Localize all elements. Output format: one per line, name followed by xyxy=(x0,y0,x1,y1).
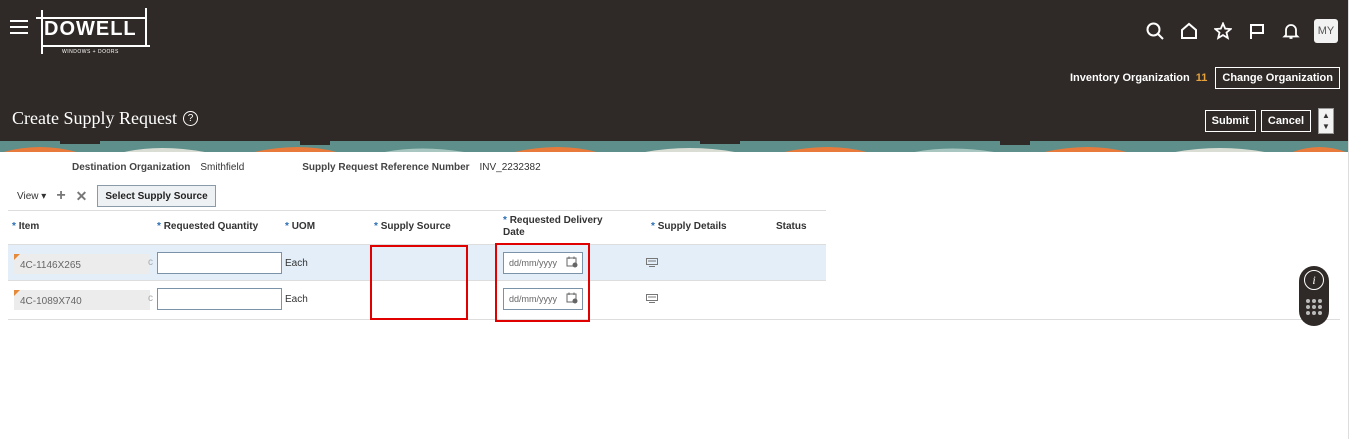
decorative-banner xyxy=(0,140,1348,152)
favorites-star-icon[interactable] xyxy=(1206,18,1240,44)
requested-quantity-input[interactable] xyxy=(157,288,282,310)
page-actions: Submit Cancel ▲ ▼ xyxy=(1204,108,1334,134)
destination-org-value: Smithfield xyxy=(200,162,245,173)
reference-number-value: INV_2232382 xyxy=(479,162,541,173)
col-uom: * UOM xyxy=(285,221,316,232)
flag-icon[interactable] xyxy=(1240,18,1274,44)
floating-assistant[interactable]: i xyxy=(1299,266,1329,326)
col-item: * Item xyxy=(12,221,40,232)
destination-org-label: Destination Organization xyxy=(72,162,191,173)
help-icon[interactable]: ? xyxy=(182,111,198,126)
change-organization-button[interactable]: Change Organization xyxy=(1215,67,1340,89)
select-supply-source-button[interactable]: Select Supply Source xyxy=(97,185,216,207)
item-field[interactable]: 4C-1146X265 xyxy=(14,254,150,274)
item-field[interactable]: 4C-1089X740 xyxy=(14,290,150,310)
cancel-button[interactable]: Cancel xyxy=(1260,110,1311,132)
col-status: Status xyxy=(776,221,807,232)
highlight-supply-source xyxy=(370,245,468,320)
window-scrollbar[interactable] xyxy=(1348,0,1355,439)
col-requested-quantity: * Requested Quantity xyxy=(157,221,259,232)
col-requested-delivery-date: * Requested Delivery Date xyxy=(503,215,603,238)
table-toolbar: View ▾ + ✕ Select Supply Source xyxy=(17,185,216,207)
hamburger-menu-icon[interactable] xyxy=(10,20,28,36)
highlight-delivery-date xyxy=(495,243,590,322)
supply-details-icon[interactable] xyxy=(646,294,658,304)
col-supply-details: * Supply Details xyxy=(651,221,727,232)
top-bar: DOWELL WINDOWS + DOORS MY Inventory Orga… xyxy=(0,0,1348,152)
col-supply-source: * Supply Source xyxy=(374,221,451,232)
page-scroll-control[interactable]: ▲ ▼ xyxy=(1318,108,1334,134)
request-info: Destination Organization Smithfield Supp… xyxy=(72,162,589,173)
search-icon[interactable] xyxy=(1138,18,1172,44)
org-value: 11 xyxy=(1195,72,1208,84)
dowell-logo[interactable]: DOWELL WINDOWS + DOORS xyxy=(34,6,152,56)
home-icon[interactable] xyxy=(1172,18,1206,44)
table-header: * Item * Requested Quantity * UOM * Supp… xyxy=(8,210,826,244)
info-icon[interactable]: i xyxy=(1304,270,1324,290)
notifications-bell-icon[interactable] xyxy=(1274,18,1308,44)
scroll-up-icon[interactable]: ▲ xyxy=(1322,111,1330,120)
uom-value: Each xyxy=(285,258,308,269)
requested-quantity-input[interactable] xyxy=(157,252,282,274)
apps-grid-icon[interactable] xyxy=(1306,299,1322,315)
table-bottom-divider xyxy=(8,319,1340,320)
submit-button[interactable]: Submit xyxy=(1204,110,1256,132)
page-title-area: Create Supply Request ? xyxy=(12,108,198,129)
org-label: Inventory Organization xyxy=(1069,72,1190,84)
view-menu[interactable]: View ▾ xyxy=(17,191,46,202)
item-lookup-icon[interactable]: c xyxy=(148,293,153,304)
logo-subtext: WINDOWS + DOORS xyxy=(62,49,119,55)
view-label: View xyxy=(17,190,39,202)
supply-details-icon[interactable] xyxy=(646,258,658,268)
logo-text: DOWELL xyxy=(44,18,137,40)
user-avatar[interactable]: MY xyxy=(1314,19,1338,43)
inventory-organization: Inventory Organization 11 Change Organiz… xyxy=(1070,67,1340,89)
delete-row-icon[interactable]: ✕ xyxy=(76,188,88,205)
reference-number-label: Supply Request Reference Number xyxy=(302,162,470,173)
add-row-icon[interactable]: + xyxy=(56,187,65,205)
scroll-down-icon[interactable]: ▼ xyxy=(1322,122,1330,131)
page-title: Create Supply Request xyxy=(12,108,177,128)
global-icons: MY xyxy=(1138,18,1338,44)
item-lookup-icon[interactable]: c xyxy=(148,257,153,268)
uom-value: Each xyxy=(285,294,308,305)
